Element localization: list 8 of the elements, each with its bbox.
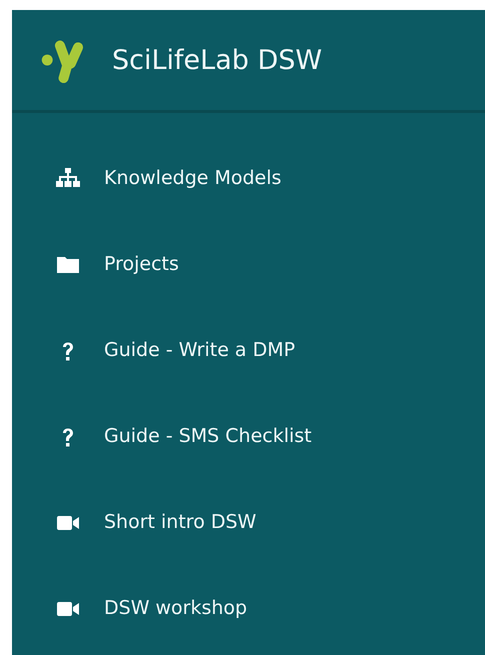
menu-link[interactable]: Guide - SMS Checklist bbox=[104, 424, 312, 446]
menu-link[interactable]: Projects bbox=[104, 252, 179, 274]
menu-link[interactable]: Knowledge Models bbox=[104, 166, 282, 188]
sitemap-icon bbox=[56, 166, 80, 188]
menu-link[interactable]: DSW workshop bbox=[104, 596, 248, 618]
menu-link[interactable]: Short intro DSW bbox=[104, 510, 256, 532]
app-title: SciLifeLab DSW bbox=[112, 44, 322, 76]
menu-link[interactable]: Guide - Write a DMP bbox=[104, 338, 296, 360]
